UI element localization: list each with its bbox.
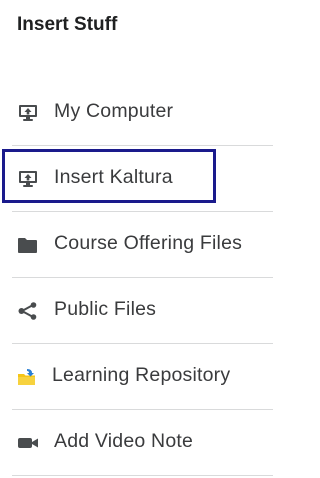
source-list: My Computer Insert Kaltura Course Offeri… xyxy=(0,80,273,476)
divider xyxy=(12,475,273,476)
list-item-label: My Computer xyxy=(54,100,174,122)
list-item-label: Add Video Note xyxy=(54,430,194,452)
list-item-course-offering-files[interactable]: Course Offering Files xyxy=(0,212,273,278)
monitor-upload-icon xyxy=(17,170,39,188)
list-item-label: Public Files xyxy=(54,298,157,320)
panel-title: Insert Stuff xyxy=(17,14,118,35)
list-item-my-computer[interactable]: My Computer xyxy=(0,80,273,146)
list-item-insert-kaltura[interactable]: Insert Kaltura xyxy=(0,146,273,212)
share-icon xyxy=(17,302,39,320)
list-item-label: Learning Repository xyxy=(52,364,231,386)
list-item-public-files[interactable]: Public Files xyxy=(0,278,273,344)
list-item-label: Insert Kaltura xyxy=(54,166,173,188)
monitor-upload-icon xyxy=(17,104,39,122)
list-item-learning-repository[interactable]: Learning Repository xyxy=(0,344,273,410)
video-camera-icon xyxy=(17,434,39,452)
list-item-add-video-note[interactable]: Add Video Note xyxy=(0,410,273,476)
list-item-label: Course Offering Files xyxy=(54,232,243,254)
repository-icon xyxy=(17,368,39,386)
folder-icon xyxy=(17,236,39,254)
